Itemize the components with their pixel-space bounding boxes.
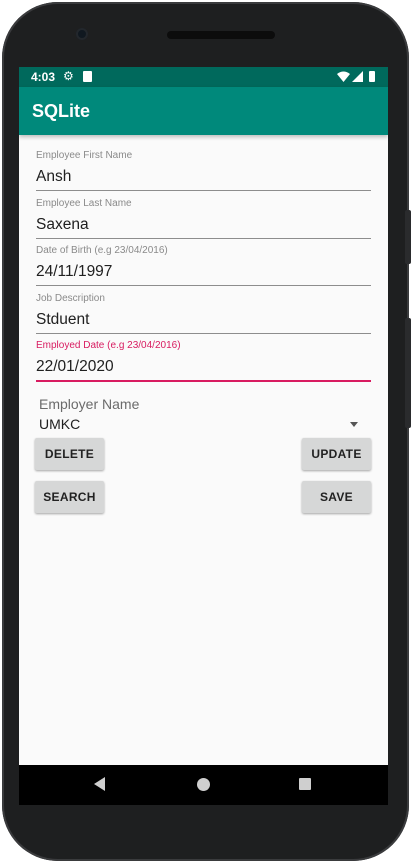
earpiece-speaker <box>167 31 275 39</box>
recents-icon[interactable] <box>299 778 311 790</box>
app-bar: SQLite <box>19 87 388 135</box>
signal-icon <box>352 71 363 82</box>
last-name-label: Employee Last Name <box>36 198 132 209</box>
home-icon[interactable] <box>197 778 210 791</box>
sd-card-icon <box>83 71 92 82</box>
employer-name-label: Employer Name <box>39 396 140 412</box>
app-title: SQLite <box>32 101 91 121</box>
search-button[interactable]: SEARCH <box>35 481 104 513</box>
dob-input[interactable]: 24/11/1997 <box>36 263 112 281</box>
battery-icon <box>369 71 375 82</box>
navigation-bar <box>19 765 388 805</box>
dob-underline <box>36 285 371 286</box>
front-camera <box>76 28 88 40</box>
first-name-underline <box>36 190 371 191</box>
volume-button <box>405 318 411 428</box>
first-name-label: Employee First Name <box>36 150 133 161</box>
employer-spinner[interactable]: UMKC <box>39 416 80 432</box>
job-description-input[interactable]: Stduent <box>36 311 89 329</box>
job-description-label: Job Description <box>36 293 105 304</box>
power-button <box>405 210 411 264</box>
wifi-icon <box>337 71 350 82</box>
delete-button[interactable]: DELETE <box>35 438 104 470</box>
dropdown-arrow-icon[interactable] <box>350 422 358 427</box>
update-button[interactable]: UPDATE <box>302 438 371 470</box>
employed-date-input[interactable]: 22/01/2020 <box>36 358 114 376</box>
last-name-underline <box>36 238 371 239</box>
save-button[interactable]: SAVE <box>302 481 371 513</box>
back-icon[interactable] <box>94 777 105 791</box>
status-time: 4:03 <box>31 70 56 84</box>
screen: 4:03 ⚙ SQLite Employee First Name Ansh E… <box>19 67 388 765</box>
gear-icon: ⚙ <box>63 69 74 83</box>
dob-label: Date of Birth (e.g 23/04/2016) <box>36 245 168 256</box>
last-name-input[interactable]: Saxena <box>36 216 89 234</box>
first-name-input[interactable]: Ansh <box>36 168 71 186</box>
status-bar: 4:03 ⚙ <box>19 67 388 87</box>
job-description-underline <box>36 333 371 334</box>
employed-date-label: Employed Date (e.g 23/04/2016) <box>36 340 181 351</box>
employed-date-underline <box>36 380 371 382</box>
